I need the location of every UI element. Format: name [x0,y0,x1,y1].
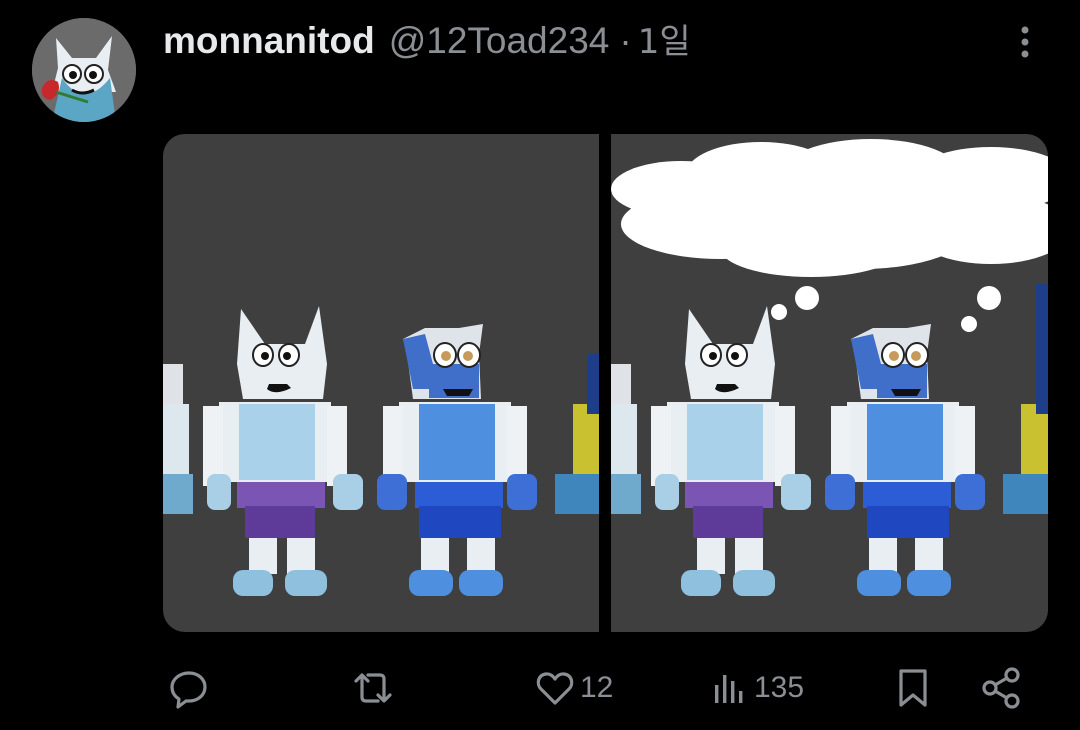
bookmark-button[interactable] [892,660,934,716]
bookmark-icon [892,667,934,709]
tweet-header: monnanitod @12Toad234 · 1일 [163,14,691,62]
more-options-icon[interactable] [1010,22,1040,62]
avatar-image [32,18,136,122]
media-panel-left [163,134,599,632]
reply-button[interactable] [168,660,210,716]
header-separator: · [619,20,632,61]
reply-icon [168,667,210,709]
tweet-media[interactable] [163,134,1048,632]
share-button[interactable] [980,660,1024,716]
retweet-button[interactable] [350,660,396,716]
author-avatar[interactable] [32,18,136,122]
like-count: 12 [580,671,614,704]
heart-icon [534,667,576,709]
tweet-timestamp[interactable]: 1일 [638,14,691,63]
like-button[interactable]: 12 [534,660,613,716]
media-panel-right [611,134,1048,632]
tweet-actions: 12 135 [0,660,1080,716]
share-icon [980,666,1024,710]
author-handle[interactable]: @12Toad234 [389,20,610,62]
author-name[interactable]: monnanitod [163,20,375,62]
view-count: 135 [754,671,805,704]
views-icon [710,667,750,709]
views-button[interactable]: 135 [710,660,804,716]
retweet-icon [350,667,396,709]
